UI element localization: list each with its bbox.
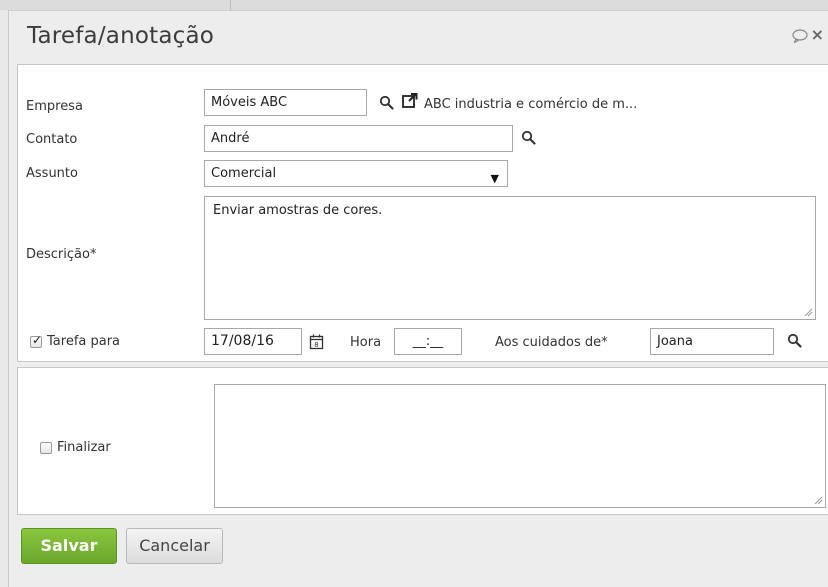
hora-input[interactable]: __:__ bbox=[394, 328, 462, 355]
empresa-input[interactable]: Móveis ABC bbox=[204, 89, 367, 116]
chat-bubble-icon[interactable] bbox=[792, 29, 808, 43]
empresa-label: Empresa bbox=[26, 99, 83, 114]
tarefa-date-input[interactable]: 17/08/16 bbox=[204, 328, 302, 355]
contato-input[interactable]: André bbox=[204, 125, 513, 152]
hora-label: Hora bbox=[350, 335, 382, 350]
resize-grip-icon[interactable] bbox=[813, 495, 823, 505]
search-icon[interactable] bbox=[520, 129, 538, 147]
company-full-name[interactable]: ABC industria e comércio de m... bbox=[424, 97, 637, 112]
checkmark-icon: ✓ bbox=[32, 333, 43, 347]
aos-cuidados-input[interactable]: Joana bbox=[650, 328, 774, 355]
descricao-label: Descrição* bbox=[26, 247, 97, 262]
calendar-icon[interactable]: 8 bbox=[308, 333, 326, 351]
save-button[interactable]: Salvar bbox=[21, 528, 117, 564]
tarefa-checkbox[interactable]: ✓ bbox=[30, 333, 43, 348]
assunto-selected-value: Comercial bbox=[211, 166, 277, 181]
finalizar-textarea[interactable] bbox=[214, 384, 826, 508]
task-dialog: Tarefa/anotação × Empresa Móveis ABC ABC… bbox=[8, 10, 828, 587]
assunto-label: Assunto bbox=[26, 166, 78, 181]
dialog-title: Tarefa/anotação bbox=[27, 23, 215, 49]
descricao-text: Enviar amostras de cores. bbox=[213, 203, 383, 218]
external-link-icon[interactable] bbox=[401, 92, 419, 110]
finalizar-label[interactable]: Finalizar bbox=[57, 440, 111, 455]
tab-divider bbox=[230, 0, 231, 10]
search-icon[interactable] bbox=[786, 332, 804, 350]
tarefa-label[interactable]: Tarefa para bbox=[47, 334, 120, 349]
chevron-down-icon: ▼ bbox=[490, 172, 499, 185]
assunto-select[interactable]: Comercial ▼ bbox=[204, 160, 508, 187]
finalizar-checkbox[interactable] bbox=[40, 442, 52, 454]
resize-grip-icon[interactable] bbox=[803, 307, 813, 317]
contato-label: Contato bbox=[26, 132, 78, 147]
cancel-button[interactable]: Cancelar bbox=[126, 528, 223, 564]
finalizar-panel: Finalizar bbox=[17, 367, 828, 515]
close-icon[interactable]: × bbox=[811, 25, 824, 45]
svg-text:8: 8 bbox=[314, 341, 318, 349]
aos-cuidados-label: Aos cuidados de* bbox=[495, 335, 608, 350]
task-form-panel: Empresa Móveis ABC ABC industria e comér… bbox=[17, 64, 828, 362]
background-tab-strip bbox=[0, 0, 828, 10]
dialog-titlebar: Tarefa/anotação × bbox=[9, 11, 828, 59]
search-icon[interactable] bbox=[378, 94, 396, 112]
descricao-textarea[interactable]: Enviar amostras de cores. bbox=[204, 196, 816, 320]
